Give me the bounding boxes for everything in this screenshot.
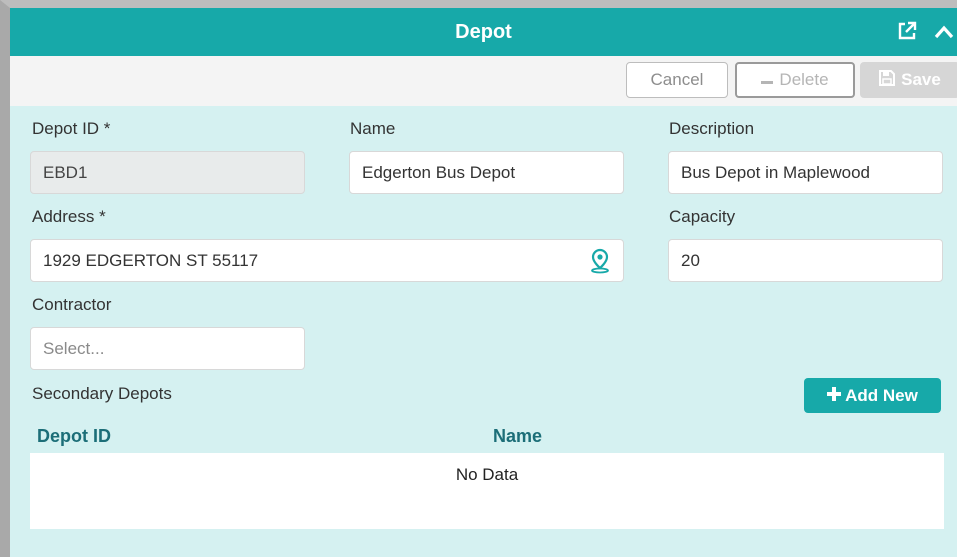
action-toolbar: Cancel Delete Save xyxy=(10,56,957,106)
external-link-icon[interactable] xyxy=(897,21,917,46)
plus-icon xyxy=(827,386,842,406)
floppy-disk-icon xyxy=(879,69,896,91)
map-pin-icon[interactable] xyxy=(589,248,611,289)
empty-state-text: No Data xyxy=(455,465,519,484)
description-field[interactable]: Bus Depot in Maplewood xyxy=(668,151,943,194)
address-value: 1929 EDGERTON ST 55117 xyxy=(43,251,259,270)
column-header-depot-id[interactable]: Depot ID xyxy=(37,426,111,447)
capacity-field[interactable]: 20 xyxy=(668,239,943,282)
minus-icon xyxy=(761,70,774,90)
delete-button[interactable]: Delete xyxy=(735,62,855,98)
panel-title: Depot xyxy=(455,21,512,43)
column-header-name[interactable]: Name xyxy=(493,426,542,447)
contractor-select[interactable]: Select... xyxy=(30,327,305,370)
save-button[interactable]: Save xyxy=(860,62,957,98)
panel-titlebar: Depot xyxy=(10,8,957,56)
name-field[interactable]: Edgerton Bus Depot xyxy=(349,151,624,194)
address-label: Address * xyxy=(32,207,106,226)
add-new-label: Add New xyxy=(845,385,918,405)
contractor-label: Contractor xyxy=(32,295,112,314)
add-new-button[interactable]: Add New xyxy=(804,378,941,413)
address-field[interactable]: 1929 EDGERTON ST 55117 xyxy=(30,239,624,282)
depot-panel: Depot Cancel Delete Save Depot ID * Name… xyxy=(0,0,957,557)
cancel-button-label: Cancel xyxy=(650,70,704,89)
secondary-depots-label: Secondary Depots xyxy=(32,384,172,403)
name-label: Name xyxy=(350,119,396,138)
save-button-label: Save xyxy=(901,70,941,89)
chevron-up-icon[interactable] xyxy=(934,25,954,44)
capacity-label: Capacity xyxy=(669,207,736,226)
secondary-depots-grid: No Data xyxy=(30,453,944,529)
depot-id-label: Depot ID * xyxy=(32,119,111,138)
depot-id-field: EBD1 xyxy=(30,151,305,194)
description-label: Description xyxy=(669,119,755,138)
delete-button-label: Delete xyxy=(779,70,829,89)
cancel-button[interactable]: Cancel xyxy=(626,62,728,98)
